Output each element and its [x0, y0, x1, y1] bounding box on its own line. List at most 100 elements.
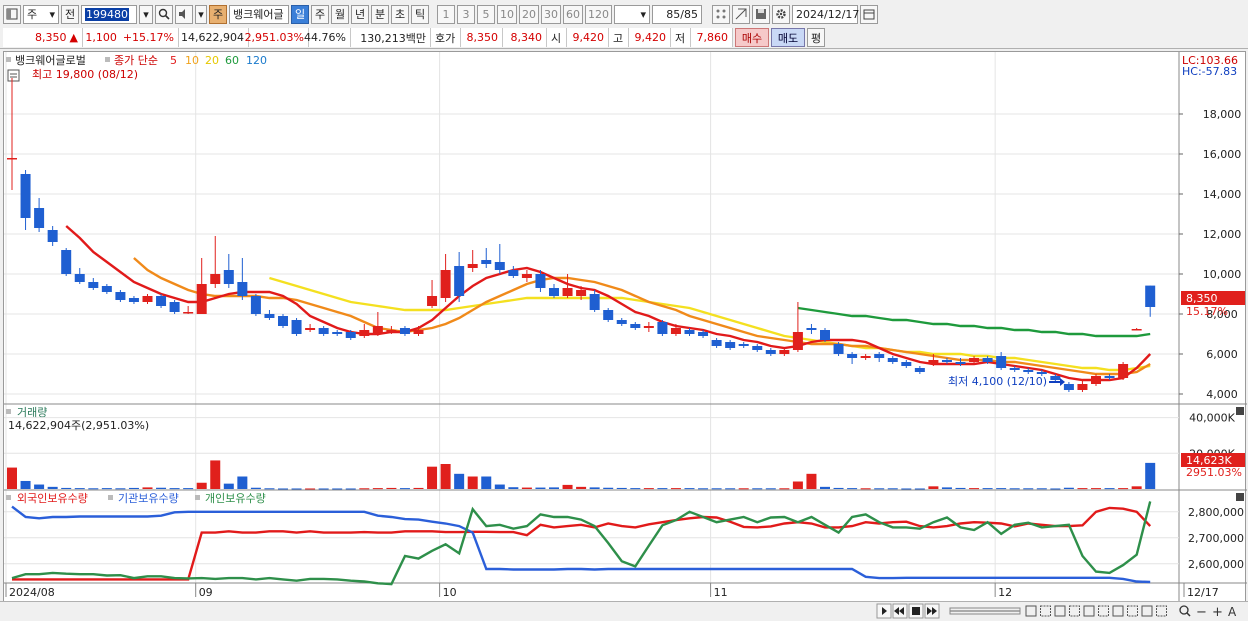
interval-button-5[interactable]: 5: [477, 4, 495, 24]
institution-holdings-legend[interactable]: 기관보유수량: [118, 492, 179, 505]
candle[interactable]: [250, 296, 261, 314]
candle[interactable]: [1118, 364, 1129, 378]
volume-bar[interactable]: [860, 488, 871, 490]
price-legend-name[interactable]: 뱅크웨어글로벌: [15, 54, 86, 67]
candle[interactable]: [806, 328, 817, 330]
volume-bar[interactable]: [440, 464, 451, 489]
candle[interactable]: [74, 274, 85, 282]
volume-bar[interactable]: [535, 487, 546, 489]
candle[interactable]: [969, 358, 980, 362]
volume-bar[interactable]: [1009, 488, 1020, 490]
volume-bar[interactable]: [237, 476, 248, 490]
volume-bar[interactable]: [996, 488, 1007, 490]
drawing-tool-icon[interactable]: [1054, 605, 1066, 617]
volume-bar[interactable]: [318, 488, 329, 490]
candle[interactable]: [657, 322, 668, 334]
volume-bar[interactable]: [982, 488, 993, 490]
volume-bar[interactable]: [20, 480, 31, 489]
candle[interactable]: [494, 262, 505, 270]
volume-bar[interactable]: [386, 487, 397, 489]
candle[interactable]: [589, 294, 600, 310]
interval-button-120[interactable]: 120: [585, 4, 612, 24]
save-icon[interactable]: [752, 4, 770, 24]
volume-bar[interactable]: [521, 487, 532, 489]
volume-bar[interactable]: [752, 488, 763, 490]
candle[interactable]: [318, 328, 329, 334]
candle[interactable]: [670, 328, 681, 334]
candle[interactable]: [535, 274, 546, 288]
volume-bar[interactable]: [88, 488, 99, 490]
ma20-legend[interactable]: 20: [205, 54, 219, 67]
volume-bar[interactable]: [738, 488, 749, 490]
volume-bar[interactable]: [820, 486, 830, 489]
volume-bar[interactable]: [467, 476, 478, 490]
volume-bar[interactable]: [359, 488, 370, 490]
volume-bar[interactable]: [427, 466, 438, 489]
candle[interactable]: [955, 362, 966, 364]
candle[interactable]: [1009, 368, 1020, 370]
volume-bar[interactable]: [616, 487, 627, 489]
candle[interactable]: [887, 358, 898, 362]
candle[interactable]: [996, 356, 1007, 368]
candle[interactable]: [914, 368, 925, 372]
candle[interactable]: [901, 362, 912, 366]
volume-bar[interactable]: [494, 484, 505, 489]
individual-holdings-legend[interactable]: 개인보유수량: [205, 492, 266, 505]
volume-bar[interactable]: [657, 488, 668, 490]
drawing-tool-icon[interactable]: [1127, 605, 1138, 617]
drawing-tool-icon[interactable]: [1112, 605, 1124, 617]
drawing-tool-icon[interactable]: [1083, 605, 1095, 617]
search-icon[interactable]: [1179, 605, 1191, 617]
candle[interactable]: [196, 284, 207, 314]
candle[interactable]: [264, 314, 275, 318]
volume-bar[interactable]: [576, 486, 587, 489]
candle[interactable]: [142, 296, 153, 302]
period-button-4[interactable]: 분: [371, 4, 389, 24]
volume-bar[interactable]: [169, 488, 180, 490]
candle[interactable]: [630, 324, 641, 328]
candle[interactable]: [1036, 372, 1047, 374]
volume-bar[interactable]: [372, 488, 383, 490]
chart-canvas[interactable]: 뱅크웨어글로벌 종가 단순 5 10 20 60 120 최고 19,800 (…: [4, 52, 1247, 603]
volume-bar[interactable]: [1050, 488, 1061, 490]
drawing-tool-icon[interactable]: [1069, 605, 1080, 617]
ma10-legend[interactable]: 10: [185, 54, 199, 67]
candle[interactable]: [874, 354, 885, 358]
volume-bar[interactable]: [901, 488, 912, 490]
sell-button[interactable]: 매도: [771, 28, 805, 47]
volume-bar[interactable]: [914, 488, 925, 490]
volume-bar[interactable]: [874, 488, 885, 490]
volume-bar[interactable]: [806, 473, 817, 489]
volume-bar[interactable]: [305, 488, 316, 490]
candle[interactable]: [278, 316, 288, 326]
volume-bar[interactable]: [779, 488, 790, 490]
candle[interactable]: [169, 302, 180, 312]
candle[interactable]: [210, 274, 221, 284]
candle[interactable]: [1023, 370, 1034, 372]
grid-toggle-icon[interactable]: [7, 69, 20, 82]
candle[interactable]: [820, 330, 830, 340]
candlesticks[interactable]: [7, 78, 1156, 392]
candle[interactable]: [725, 342, 736, 348]
candle[interactable]: [833, 344, 844, 354]
candle[interactable]: [399, 328, 410, 334]
volume-bar[interactable]: [1077, 488, 1088, 490]
period-button-5[interactable]: 초: [391, 4, 409, 24]
volume-bar[interactable]: [250, 487, 261, 489]
candle[interactable]: [549, 288, 559, 296]
candle[interactable]: [982, 358, 993, 362]
interval-button-10[interactable]: 10: [497, 4, 517, 24]
drawing-tool-icon[interactable]: [1098, 605, 1109, 617]
holdings-lines[interactable]: [11, 501, 1152, 586]
candle[interactable]: [603, 310, 614, 320]
volume-title[interactable]: 거래량: [17, 406, 47, 419]
volume-bar[interactable]: [210, 460, 221, 489]
interval-button-20[interactable]: 20: [519, 4, 539, 24]
volume-bar[interactable]: [562, 484, 573, 489]
foreign-holdings-legend[interactable]: 외국인보유수량: [17, 492, 88, 505]
volume-bar[interactable]: [196, 482, 207, 489]
volume-bar[interactable]: [1131, 486, 1142, 489]
prev-button[interactable]: 전: [61, 4, 79, 24]
candle[interactable]: [508, 270, 519, 276]
ma60-legend[interactable]: 60: [225, 54, 239, 67]
